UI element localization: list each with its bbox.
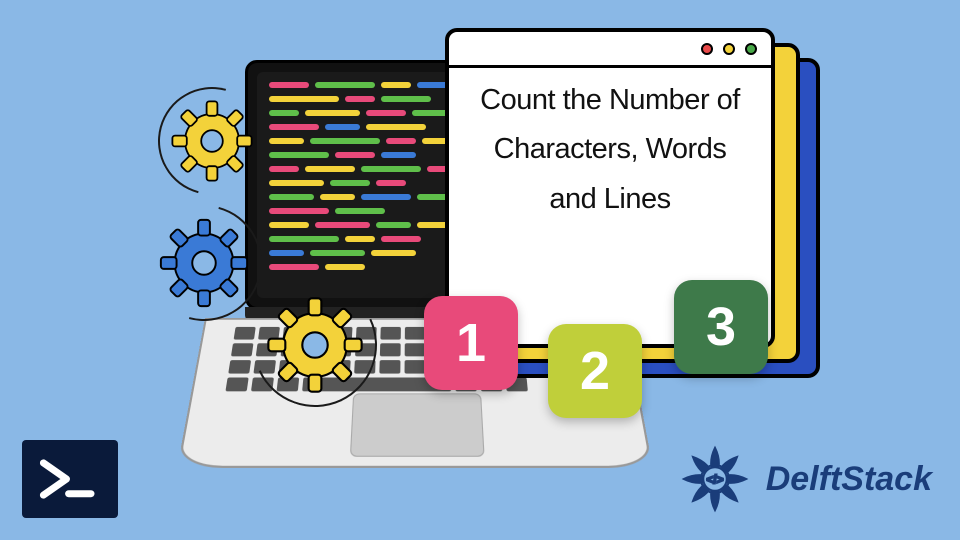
gear-icon: [155, 214, 253, 312]
number-tile-2: 2: [548, 324, 642, 418]
window-titlebar: [449, 32, 771, 68]
gear-icon: [262, 292, 368, 398]
traffic-light-min-icon: [723, 43, 735, 55]
brand-logo: </> DelftStack: [676, 440, 932, 518]
traffic-light-max-icon: [745, 43, 757, 55]
powershell-icon: [22, 440, 118, 518]
brand-name: DelftStack: [766, 460, 932, 499]
gear-icon: [167, 96, 257, 186]
number-tile-3: 3: [674, 280, 768, 374]
brand-emblem-icon: </>: [676, 440, 754, 518]
tile-label: 3: [706, 296, 736, 358]
tile-label: 2: [580, 340, 610, 402]
svg-text:</>: </>: [706, 474, 723, 487]
number-tile-1: 1: [424, 296, 518, 390]
tile-label: 1: [456, 312, 486, 374]
traffic-light-close-icon: [701, 43, 713, 55]
laptop-trackpad: [350, 393, 485, 456]
hero-illustration: Count the Number of Characters, Words an…: [0, 0, 960, 540]
